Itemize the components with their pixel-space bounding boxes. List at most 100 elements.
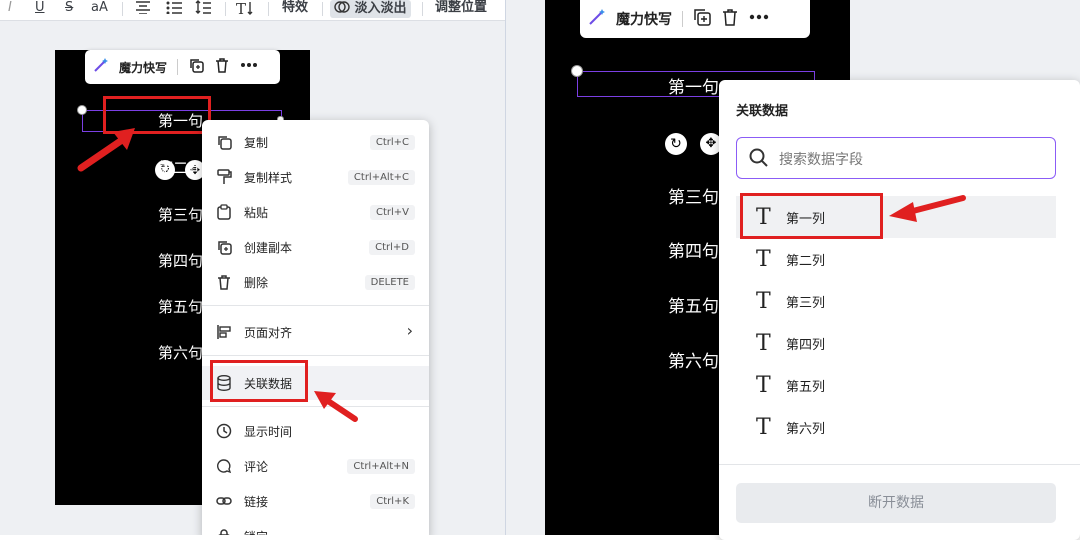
underline-button[interactable]: U	[35, 0, 45, 18]
duplicate-icon[interactable]	[693, 8, 711, 30]
canvas-line-3[interactable]: 第三句	[668, 183, 719, 208]
element-mini-toolbar: 魔力快写	[580, 0, 810, 38]
toolbar-divider	[422, 2, 423, 16]
text-type-icon: T	[756, 373, 771, 398]
menu-item-copy-style[interactable]: 复制样式 Ctrl+Alt+C	[202, 162, 429, 192]
menu-item-page-align[interactable]: 页面对齐 ›	[202, 317, 429, 347]
menu-item-label: 显示时间	[244, 424, 293, 439]
menu-item-copy[interactable]: 复制 Ctrl+C	[202, 127, 429, 157]
align-center-icon[interactable]	[135, 0, 151, 18]
text-type-icon: T	[756, 331, 771, 356]
highlight-box	[210, 360, 308, 402]
menu-item-label: 链接	[244, 494, 269, 509]
comment-icon	[216, 458, 232, 474]
bullet-list-icon[interactable]	[166, 0, 182, 18]
field-label: 第二列	[786, 254, 826, 269]
menu-divider	[202, 305, 429, 306]
red-arrow-icon	[889, 195, 966, 222]
canvas-line-6[interactable]: 第六句	[158, 342, 203, 363]
shortcut-badge: Ctrl+Alt+C	[347, 169, 415, 185]
menu-item-label: 页面对齐	[244, 325, 293, 340]
red-arrow-icon	[314, 391, 358, 422]
menu-item-duplicate[interactable]: 创建副本 Ctrl+D	[202, 232, 429, 262]
field-item-4[interactable]: T 第四列	[736, 322, 1056, 364]
search-field[interactable]: 搜索数据字段	[736, 137, 1056, 179]
copy-icon	[216, 134, 232, 150]
effects-button[interactable]: 特效	[282, 0, 308, 18]
canvas-line-4[interactable]: 第四句	[668, 237, 719, 262]
toolbar-divider	[268, 2, 269, 16]
shortcut-badge: Ctrl+K	[370, 493, 415, 509]
toolbar-divider	[225, 2, 226, 16]
menu-item-link[interactable]: 链接 Ctrl+K	[202, 486, 429, 516]
canvas-line-5[interactable]: 第五句	[668, 292, 719, 317]
animation-button[interactable]: 淡入淡出	[330, 0, 411, 18]
canvas-line-3[interactable]: 第三句	[158, 204, 203, 225]
align-icon	[216, 324, 232, 340]
toolbar-divider	[122, 2, 123, 16]
panel-gap	[505, 0, 546, 535]
menu-item-comment[interactable]: 评论 Ctrl+Alt+N	[202, 451, 429, 481]
menu-item-lock[interactable]: 锁定	[202, 521, 429, 535]
clipboard-icon	[216, 204, 232, 220]
menu-item-label: 删除	[244, 275, 269, 290]
field-label: 第三列	[786, 296, 826, 311]
magic-wand-icon	[588, 8, 606, 30]
adjust-position-button[interactable]: 调整位置	[435, 0, 487, 18]
canvas-line-2[interactable]: 第二句	[158, 157, 203, 178]
element-mini-toolbar: 魔力快写	[85, 50, 280, 84]
line-spacing-icon[interactable]	[195, 0, 211, 18]
menu-item-label: 评论	[244, 459, 269, 474]
field-item-2[interactable]: T 第二列	[736, 238, 1056, 280]
text-type-icon: T	[756, 415, 771, 440]
canvas-line-6[interactable]: 第六句	[668, 347, 719, 372]
strikethrough-button[interactable]: S	[65, 0, 73, 18]
menu-item-delete[interactable]: 删除 DELETE	[202, 267, 429, 297]
field-label: 第六列	[786, 422, 826, 437]
magic-write-button[interactable]: 魔力快写	[616, 9, 672, 29]
field-item-6[interactable]: T 第六列	[736, 406, 1056, 448]
trash-icon[interactable]	[721, 8, 739, 30]
red-arrow-icon	[77, 128, 135, 172]
text-type-icon: T	[756, 247, 771, 272]
context-menu: 复制 Ctrl+C 复制样式 Ctrl+Alt+C 粘贴 Ctrl+V 创建副本…	[202, 120, 429, 535]
shortcut-badge: Ctrl+C	[369, 134, 415, 150]
link-icon	[216, 493, 232, 509]
canvas-line-1[interactable]: 第一句	[668, 73, 719, 98]
magic-write-button[interactable]: 魔力快写	[119, 59, 167, 76]
letter-case-button[interactable]: aA	[91, 0, 108, 18]
disconnect-data-button[interactable]: 断开数据	[736, 483, 1056, 523]
trash-icon[interactable]	[214, 57, 230, 77]
magic-wand-icon	[93, 57, 109, 77]
menu-item-label: 复制样式	[244, 170, 293, 185]
mini-toolbar-divider	[682, 11, 683, 27]
selection-handle[interactable]	[77, 105, 87, 115]
menu-item-label: 复制	[244, 135, 269, 150]
field-item-5[interactable]: T 第五列	[736, 364, 1056, 406]
lock-icon	[216, 528, 232, 535]
more-options-icon[interactable]	[749, 8, 769, 30]
shortcut-badge: Ctrl+D	[369, 239, 415, 255]
link-data-panel: 关联数据 搜索数据字段 T 第一列 T 第二列 T 第三列 T 第四列 T 第五…	[719, 80, 1080, 540]
left-screenshot-panel: I U S aA T 特效 淡入淡出 调整位置 魔力快写 第一句 ↻ ✥ 第二句…	[0, 0, 505, 535]
duplicate-icon[interactable]	[188, 57, 204, 77]
canvas-line-5[interactable]: 第五句	[158, 296, 203, 317]
menu-item-paste[interactable]: 粘贴 Ctrl+V	[202, 197, 429, 227]
text-type-icon: T	[756, 289, 771, 314]
canvas-line-4[interactable]: 第四句	[158, 250, 203, 271]
chevron-right-icon: ›	[406, 321, 413, 340]
text-direction-icon[interactable]: T	[236, 0, 256, 18]
svg-text:T: T	[236, 0, 246, 16]
rotate-icon[interactable]: ↻	[665, 133, 687, 155]
trash-icon	[216, 274, 232, 290]
mini-toolbar-divider	[177, 59, 179, 75]
menu-item-label: 粘贴	[244, 205, 269, 220]
menu-item-label: 锁定	[244, 528, 268, 536]
selection-handle[interactable]	[571, 65, 583, 77]
shortcut-badge: DELETE	[364, 274, 415, 290]
panel-divider	[719, 464, 1080, 465]
field-item-3[interactable]: T 第三列	[736, 280, 1056, 322]
search-placeholder: 搜索数据字段	[779, 152, 863, 168]
more-options-icon[interactable]	[240, 57, 258, 77]
italic-button[interactable]: I	[8, 0, 12, 18]
